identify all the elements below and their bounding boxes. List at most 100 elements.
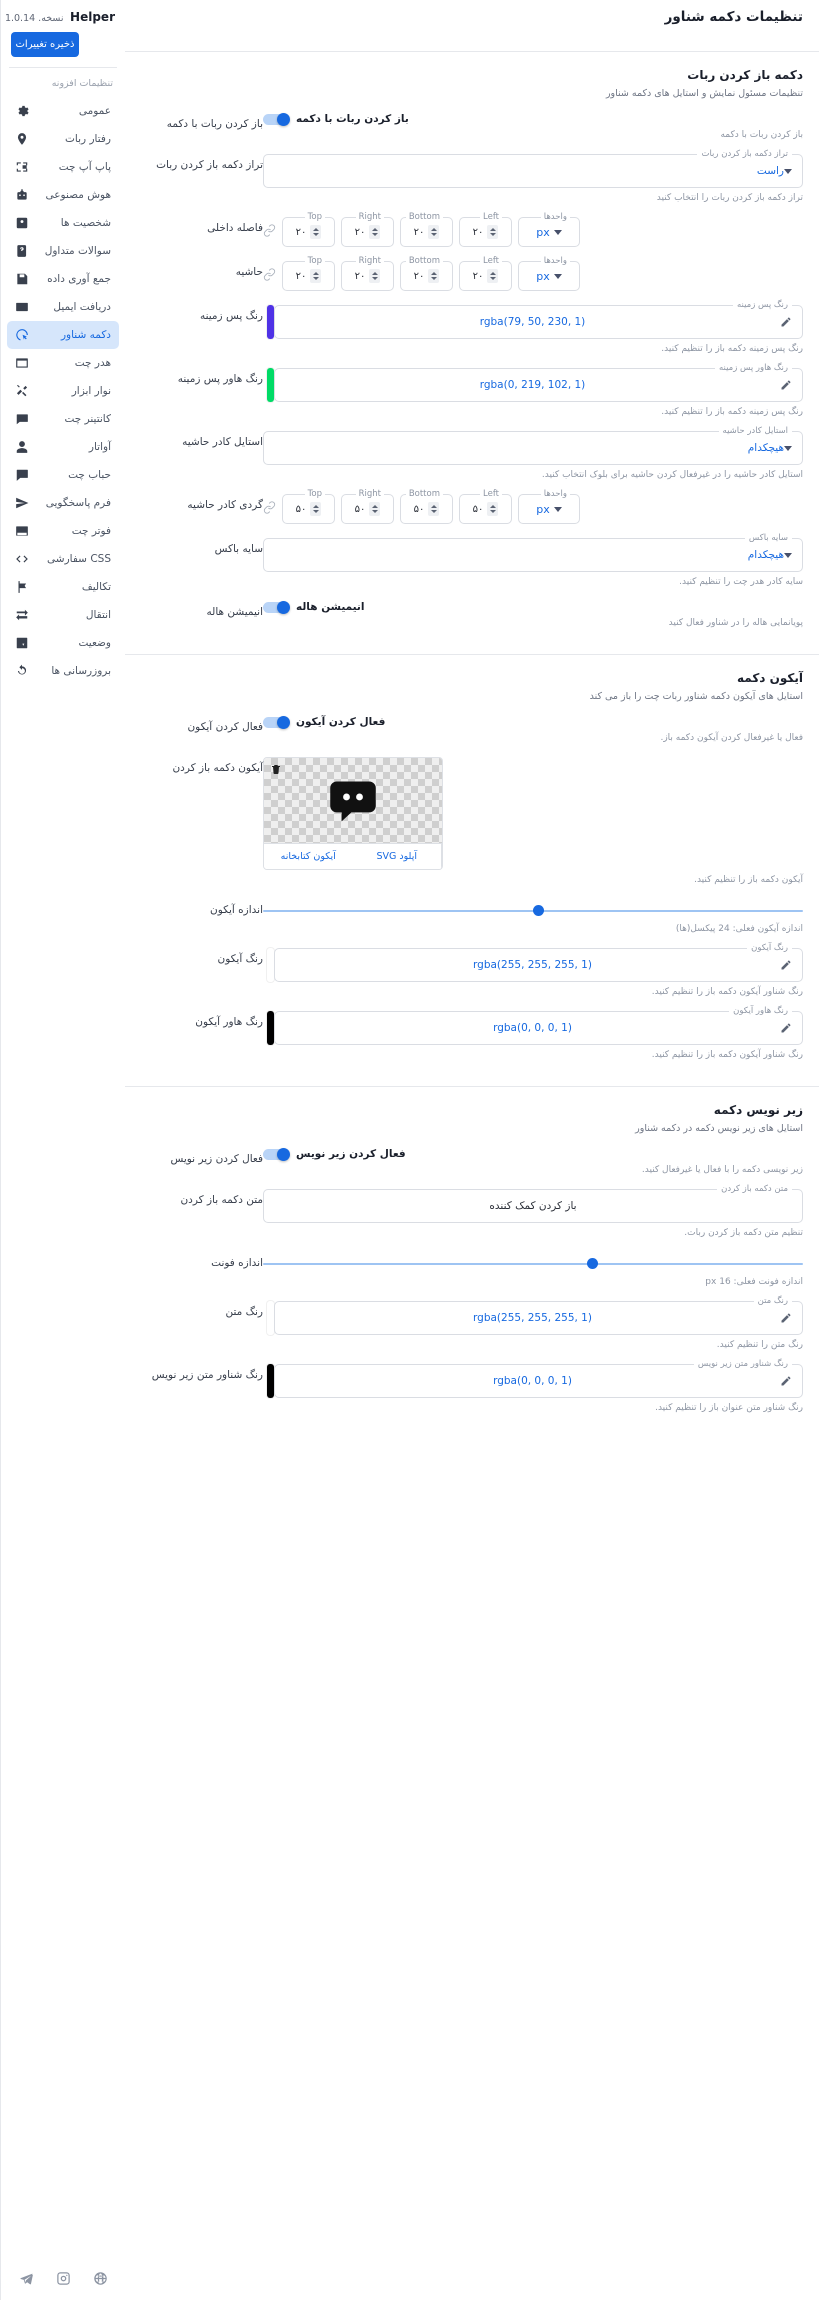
refresh-icon: [15, 664, 29, 678]
instagram-icon[interactable]: [56, 2271, 71, 2286]
radius-left-spinner[interactable]: Left ۵۰: [459, 489, 512, 524]
trash-icon[interactable]: [270, 763, 282, 775]
color-input-hover-bg[interactable]: رنگ هاور پس زمینه rgba(0, 219, 102, 1): [274, 363, 803, 402]
pencil-icon[interactable]: [780, 1312, 792, 1324]
sidebar-item-16[interactable]: CSS سفارشی: [7, 545, 119, 573]
color-input-subtitle[interactable]: رنگ شناور متن زیر نویس rgba(0, 0, 0, 1): [274, 1359, 803, 1398]
sidebar-item-10[interactable]: نوار ابزار: [7, 377, 119, 405]
margin-bottom-spinner[interactable]: Bottom ۲۰: [400, 256, 453, 291]
row-padding: فاصله داخلی Top ۲۰ Right ۲۰ Bottom ۲۰ Le…: [125, 203, 819, 247]
margin-right-arrows[interactable]: [369, 269, 381, 283]
sidebar-item-8[interactable]: دکمه شناور: [7, 321, 119, 349]
link-icon[interactable]: [263, 268, 276, 284]
row-ctrl-enable-icon: فعال کردن آیکون فعال یا غیرفعال کردن آیک…: [263, 715, 803, 743]
color-swatch-subtitle[interactable]: [267, 1364, 274, 1398]
padding-right-spinner[interactable]: Right ۲۰: [341, 212, 394, 247]
sidebar-item-12[interactable]: آواتار: [7, 433, 119, 461]
sidebar-item-18[interactable]: انتقال: [7, 601, 119, 629]
radius-top-value: ۵۰: [295, 503, 307, 515]
padding-unit-value: px: [536, 225, 550, 239]
sidebar-item-14[interactable]: فرم پاسخگویی: [7, 489, 119, 517]
color-swatch-icon[interactable]: [267, 948, 274, 982]
row-ctrl-text-color: رنگ متن rgba(255, 255, 255, 1) رنگ متن ر…: [263, 1296, 803, 1350]
radius-right-arrows[interactable]: [369, 502, 381, 516]
pencil-icon[interactable]: [780, 1022, 792, 1034]
margin-right-spinner[interactable]: Right ۲۰: [341, 256, 394, 291]
color-swatch-hover-bg[interactable]: [267, 368, 274, 402]
sidebar-item-6[interactable]: جمع آوری داده: [7, 265, 119, 293]
sidebar-item-1[interactable]: رفتار ربات: [7, 125, 119, 153]
margin-top-spinner[interactable]: Top ۲۰: [282, 256, 335, 291]
sidebar-item-5[interactable]: سوالات متداول: [7, 237, 119, 265]
color-input-icon[interactable]: رنگ آیکون rgba(255, 255, 255, 1): [274, 943, 803, 982]
radius-bottom-spinner[interactable]: Bottom ۵۰: [400, 489, 453, 524]
radius-top-spinner[interactable]: Top ۵۰: [282, 489, 335, 524]
color-swatch-icon-hover[interactable]: [267, 1011, 274, 1045]
sidebar-item-19[interactable]: وضعیت: [7, 629, 119, 657]
save-changes-button[interactable]: ذخیره تغییرات: [11, 32, 79, 57]
color-input-icon-hover[interactable]: رنگ هاور آیکون rgba(0, 0, 0, 1): [274, 1006, 803, 1045]
margin-left-arrows[interactable]: [487, 269, 499, 283]
pencil-icon[interactable]: [780, 379, 792, 391]
color-field-subtitle: رنگ شناور متن زیر نویس rgba(0, 0, 0, 1): [263, 1359, 803, 1398]
padding-left-arrows[interactable]: [487, 225, 499, 239]
margin-top-arrows[interactable]: [310, 269, 322, 283]
sidebar-item-11[interactable]: کانتینر چت: [7, 405, 119, 433]
sidebar-item-2[interactable]: پاپ آپ چت: [7, 153, 119, 181]
padding-bottom-spinner[interactable]: Bottom ۲۰: [400, 212, 453, 247]
color-input-text[interactable]: رنگ متن rgba(255, 255, 255, 1): [274, 1296, 803, 1335]
padding-left-spinner[interactable]: Left ۲۰: [459, 212, 512, 247]
sidebar-item-20[interactable]: بروزرسانی ها: [7, 657, 119, 685]
sidebar-item-4[interactable]: شخصیت ها: [7, 209, 119, 237]
code-icon: [15, 552, 29, 566]
toggle-enable-icon[interactable]: [263, 715, 290, 729]
toggle-halo-animation[interactable]: [263, 600, 290, 614]
pencil-icon[interactable]: [780, 316, 792, 328]
color-swatch-text[interactable]: [267, 1301, 274, 1335]
margin-unit-select[interactable]: واحدها px: [518, 256, 580, 291]
color-input-bg[interactable]: رنگ پس زمینه rgba(79, 50, 230, 1): [274, 300, 803, 339]
margin-bottom-arrows[interactable]: [428, 269, 440, 283]
radius-left-arrows[interactable]: [487, 502, 499, 516]
radius-unit-select[interactable]: واحدها px: [518, 489, 580, 524]
sidebar-item-9[interactable]: هدر چت: [7, 349, 119, 377]
icon-size-slider[interactable]: [263, 903, 803, 919]
color-swatch-bg[interactable]: [267, 305, 274, 339]
sidebar-item-3[interactable]: هوش مصنوعی: [7, 181, 119, 209]
padding-top-arrows[interactable]: [310, 225, 322, 239]
padding-right-arrows[interactable]: [369, 225, 381, 239]
pencil-icon[interactable]: [780, 959, 792, 971]
select-box-shadow[interactable]: سایه باکس هیچکدام: [263, 533, 803, 572]
radius-bottom-arrows[interactable]: [428, 502, 440, 516]
sidebar-item-0[interactable]: عمومی: [7, 97, 119, 125]
sidebar-item-17[interactable]: تکالیف: [7, 573, 119, 601]
sidebar-item-13[interactable]: حباب چت: [7, 461, 119, 489]
padding-unit-select[interactable]: واحدها px: [518, 212, 580, 247]
margin-left-spinner[interactable]: Left ۲۰: [459, 256, 512, 291]
row-label-hover-bg-color: رنگ هاور پس زمینه: [177, 373, 263, 385]
sidebar-item-15[interactable]: فوتر چت: [7, 517, 119, 545]
sidebar-item-7[interactable]: دریافت ایمیل: [7, 293, 119, 321]
globe-icon[interactable]: [93, 2271, 108, 2286]
toggle-open-with-button[interactable]: [263, 112, 290, 126]
row-ctrl-border-radius: Top ۵۰ Right ۵۰ Bottom ۵۰ Left ۵۰ واحدها…: [263, 489, 803, 524]
select-border-style-legend: استایل کادر حاشیه: [718, 426, 792, 436]
icon-size-knob[interactable]: [532, 905, 544, 916]
link-icon[interactable]: [263, 224, 276, 240]
telegram-icon[interactable]: [19, 2271, 34, 2286]
upload-svg-button[interactable]: آپلود SVG: [352, 844, 442, 869]
select-border-style[interactable]: استایل کادر حاشیه هیچکدام: [263, 426, 803, 465]
caption-text-input[interactable]: متن دکمه باز کردن باز کردن کمک کننده: [263, 1184, 803, 1223]
font-size-knob[interactable]: [586, 1258, 598, 1269]
radius-top-arrows[interactable]: [310, 502, 322, 516]
padding-top-spinner[interactable]: Top ۲۰: [282, 212, 335, 247]
brand-version: نسخه. 1.0.14: [4, 13, 64, 24]
select-align[interactable]: تراز دکمه باز کردن ربات راست: [263, 149, 803, 188]
pencil-icon[interactable]: [780, 1375, 792, 1387]
icon-library-button[interactable]: آیکون کتابخانه: [264, 844, 353, 869]
radius-right-spinner[interactable]: Right ۵۰: [341, 489, 394, 524]
toggle-enable-caption[interactable]: [263, 1147, 290, 1161]
font-size-slider[interactable]: [263, 1256, 803, 1272]
link-icon[interactable]: [263, 501, 276, 517]
padding-bottom-arrows[interactable]: [428, 225, 440, 239]
